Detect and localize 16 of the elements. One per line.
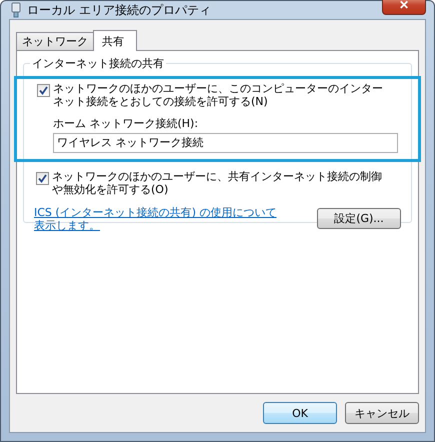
close-button[interactable]: ✕ (382, 0, 426, 15)
cancel-button[interactable]: キャンセル (345, 402, 419, 424)
help-link[interactable]: ICS (インターネット接続の共有) の使用について表示します。 (34, 206, 284, 232)
checkbox[interactable] (37, 84, 50, 97)
tab[interactable]: ネットワーク (16, 32, 94, 50)
tab[interactable]: 共有 (93, 30, 137, 51)
group-title: インターネット接続の共有 (30, 56, 166, 71)
input-field[interactable]: ワイヤレス ネットワーク接続 (53, 133, 398, 153)
network-adapter-icon (11, 2, 21, 18)
checkbox[interactable] (36, 172, 49, 185)
ok-button[interactable]: OK (263, 402, 337, 424)
window-title: ローカル エリア接続のプロパティ (27, 2, 212, 18)
checkbox-label: ネットワークのほかのユーザーに、共有インターネット接続の制御や無効化を許可する(O) (52, 170, 383, 196)
field-label: ホーム ネットワーク接続(H): (53, 116, 200, 131)
settings-button[interactable]: 設定(G)... (317, 208, 401, 229)
checkbox-label: ネットワークのほかのユーザーに、このコンピューターのインターネット接続をとおしての接続を許可する(N) (53, 82, 384, 108)
